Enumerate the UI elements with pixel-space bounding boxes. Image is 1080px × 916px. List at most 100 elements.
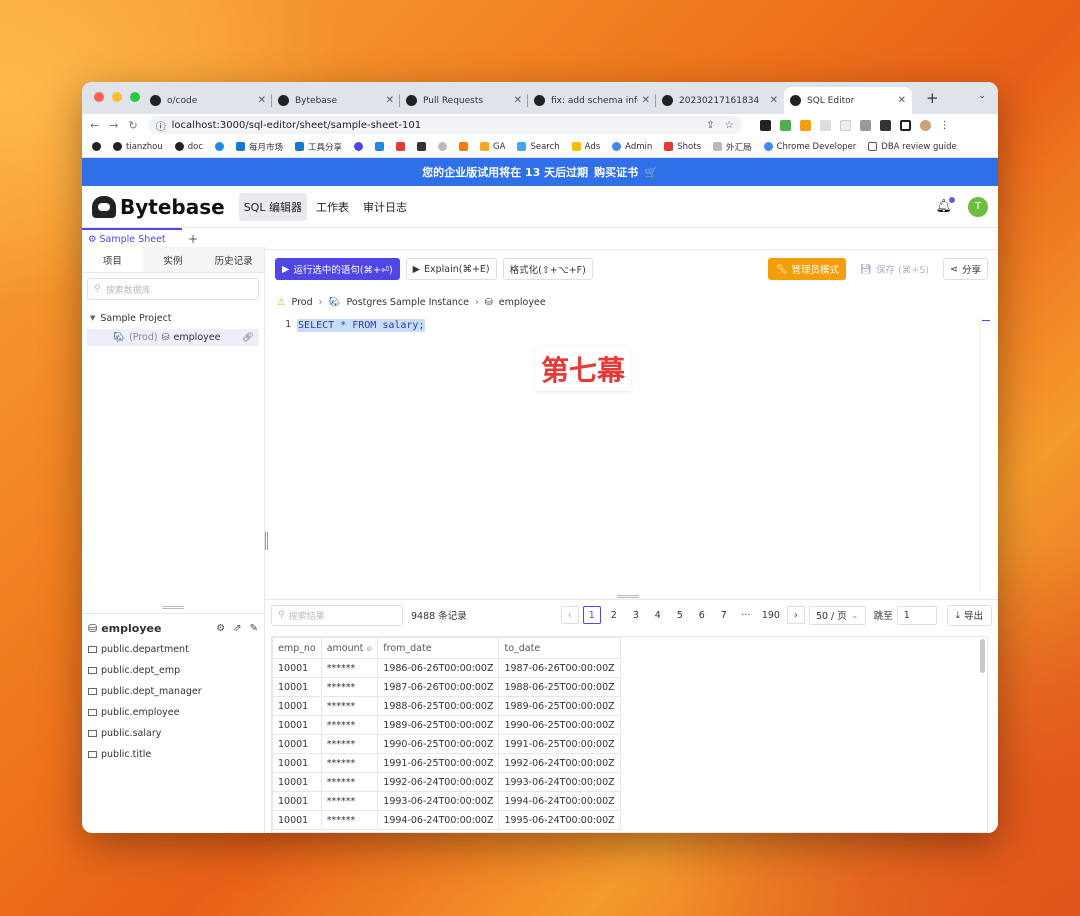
table-cell[interactable]: 10001 — [272, 753, 322, 773]
notification-bell-icon[interactable]: 🔔︎ — [935, 197, 955, 214]
table-cell[interactable]: 1992-06-24T00:00:00Z — [377, 772, 500, 792]
table-cell[interactable]: 1993-06-24T00:00:00Z — [498, 772, 621, 792]
extension-icon[interactable] — [799, 119, 811, 131]
close-tab-icon[interactable]: ✕ — [258, 95, 266, 106]
table-item[interactable]: public.employee — [82, 702, 264, 723]
table-cell[interactable]: 1991-06-25T00:00:00Z — [377, 753, 500, 773]
table-cell[interactable]: 10001 — [272, 810, 322, 830]
bookmark-item[interactable]: Shots — [664, 142, 701, 152]
table-item[interactable]: public.department — [82, 639, 264, 660]
browser-tab[interactable]: 20230217161834 ✕ — [656, 87, 784, 114]
table-row[interactable]: 10001 ****** 1993-06-24T00:00:00Z 1994-06-2… — [272, 791, 621, 811]
extension-icon[interactable] — [779, 119, 791, 131]
reload-icon[interactable]: ↻ — [128, 119, 137, 132]
forward-icon[interactable]: → — [109, 119, 118, 132]
table-cell[interactable]: 1990-06-25T00:00:00Z — [498, 715, 621, 735]
table-row[interactable]: 10001 ****** 1989-06-25T00:00:00Z 1990-06-2… — [272, 715, 621, 735]
next-page-button[interactable]: › — [786, 606, 805, 624]
table-cell[interactable]: 1987-06-26T00:00:00Z — [377, 677, 500, 697]
bookmark-item[interactable] — [354, 142, 364, 151]
tab-instances[interactable]: 实例 — [142, 247, 204, 272]
bookmark-item[interactable]: Chrome Developer — [763, 142, 856, 152]
close-tab-icon[interactable]: ✕ — [386, 95, 394, 106]
bookmark-github[interactable] — [92, 142, 101, 151]
table-row[interactable]: 10001 ****** 1991-06-25T00:00:00Z 1992-06-2… — [272, 753, 621, 773]
caret-down-icon[interactable]: ▼ — [90, 314, 95, 322]
table-cell[interactable]: 10001 — [272, 734, 322, 754]
link-icon[interactable]: 🔗︎ — [242, 332, 254, 343]
table-cell[interactable]: 1994-06-24T00:00:00Z — [377, 810, 500, 830]
page-3[interactable]: 3 — [627, 606, 645, 624]
minimize-window-button[interactable] — [112, 92, 122, 102]
table-cell[interactable]: 1992-06-24T00:00:00Z — [498, 753, 621, 773]
profile-avatar-icon[interactable] — [919, 119, 931, 131]
results-search-input[interactable]: ⚲ 搜索结果 — [271, 604, 403, 626]
sql-editor[interactable]: 1 SELECT * FROM salary; 第七幕 — [265, 315, 998, 591]
close-tab-icon[interactable]: ✕ — [770, 95, 778, 106]
bookmark-item[interactable]: Admin — [612, 142, 652, 152]
cart-icon[interactable]: 🛒 — [644, 166, 658, 179]
grid-scrollbar[interactable] — [980, 639, 985, 673]
close-tab-icon[interactable]: ✕ — [898, 95, 906, 106]
column-header[interactable]: amount ⊘ — [320, 637, 379, 659]
table-cell[interactable]: 10001 — [272, 658, 322, 678]
tab-projects[interactable]: 项目 — [82, 247, 143, 272]
tree-project[interactable]: ▼ Sample Project — [90, 309, 256, 327]
table-cell[interactable]: 1991-06-25T00:00:00Z — [498, 734, 621, 754]
open-external-icon[interactable]: ⇗ — [233, 623, 241, 634]
add-sheet-button[interactable]: + — [188, 232, 198, 246]
buy-license-link[interactable]: 购买证书 — [594, 164, 638, 180]
goto-page-input[interactable]: 1 — [896, 605, 937, 625]
resize-handle[interactable] — [162, 606, 184, 609]
table-cell[interactable]: ****** — [320, 772, 379, 792]
page-7[interactable]: 7 — [715, 606, 733, 624]
browser-tab[interactable]: Pull Requests ✕ — [400, 87, 528, 114]
table-row[interactable]: 10001 ****** 1988-06-25T00:00:00Z 1989-06-2… — [272, 696, 621, 716]
browser-tab-active[interactable]: SQL Editor ✕ — [784, 87, 912, 114]
extension-icon[interactable] — [839, 119, 851, 131]
page-size-select[interactable]: 50 / 页 ⌄ — [808, 605, 866, 625]
page-4[interactable]: 4 — [649, 606, 667, 624]
maximize-window-button[interactable] — [130, 92, 140, 102]
column-header[interactable]: emp_no — [272, 637, 322, 659]
database-search-input[interactable]: ⚲ 搜索数据库 — [87, 278, 259, 300]
run-query-button[interactable]: ▶ 运行选中的语句(⌘+⏎) — [275, 258, 400, 280]
table-cell[interactable]: 1988-06-25T00:00:00Z — [377, 696, 500, 716]
table-cell[interactable]: 1987-06-26T00:00:00Z — [498, 658, 621, 678]
table-cell[interactable]: 1986-06-26T00:00:00Z — [377, 658, 500, 678]
table-row[interactable]: 10001 ****** 1986-06-26T00:00:00Z 1987-06-2… — [272, 658, 621, 678]
table-item[interactable]: public.dept_manager — [82, 681, 264, 702]
table-item[interactable]: public.dept_emp — [82, 660, 264, 681]
new-tab-button[interactable]: + — [926, 89, 939, 107]
table-cell[interactable]: 1993-06-24T00:00:00Z — [377, 791, 500, 811]
close-window-button[interactable] — [94, 92, 104, 102]
table-cell[interactable]: ****** — [320, 696, 379, 716]
bookmark-item[interactable]: doc — [174, 142, 203, 152]
table-cell[interactable]: 1989-06-25T00:00:00Z — [377, 715, 500, 735]
schema-diagram-icon[interactable]: ⚙ — [216, 623, 225, 634]
close-tab-icon[interactable]: ✕ — [514, 95, 522, 106]
column-header[interactable]: from_date — [377, 637, 500, 659]
bookmark-item[interactable] — [459, 142, 469, 151]
page-190[interactable]: 190 — [759, 606, 783, 624]
bookmark-item[interactable]: 每月市场 — [236, 141, 283, 153]
back-icon[interactable]: ← — [90, 119, 99, 132]
bookmark-item[interactable]: 工具分享 — [295, 141, 342, 153]
menu-kebab-icon[interactable]: ⋮ — [940, 120, 950, 131]
share-page-icon[interactable]: ⇪ — [706, 120, 714, 131]
table-cell[interactable]: ****** — [320, 658, 379, 678]
editor-scrollbar[interactable] — [980, 317, 990, 591]
bookmark-item[interactable]: Search — [517, 142, 560, 152]
bookmark-item[interactable] — [396, 142, 406, 151]
sidepanel-icon[interactable] — [899, 119, 911, 131]
tree-database-employee[interactable]: 🐘︎ (Prod) ⛁ employee 🔗︎ — [87, 329, 259, 346]
table-cell[interactable]: ****** — [320, 810, 379, 830]
table-cell[interactable]: ****** — [320, 715, 379, 735]
url-input[interactable]: ⓘ localhost:3000/sql-editor/sheet/sample… — [147, 116, 742, 134]
browser-tab[interactable]: fix: add schema info to ✕ — [528, 87, 656, 114]
format-button[interactable]: 格式化(⇧+⌥+F) — [502, 258, 593, 280]
table-cell[interactable]: 10001 — [272, 677, 322, 697]
bookmark-item[interactable]: 外汇局 — [713, 141, 752, 153]
bookmark-item[interactable] — [417, 142, 427, 151]
table-row[interactable]: 10001 ****** 1994-06-24T00:00:00Z 1995-06-2… — [272, 810, 621, 830]
